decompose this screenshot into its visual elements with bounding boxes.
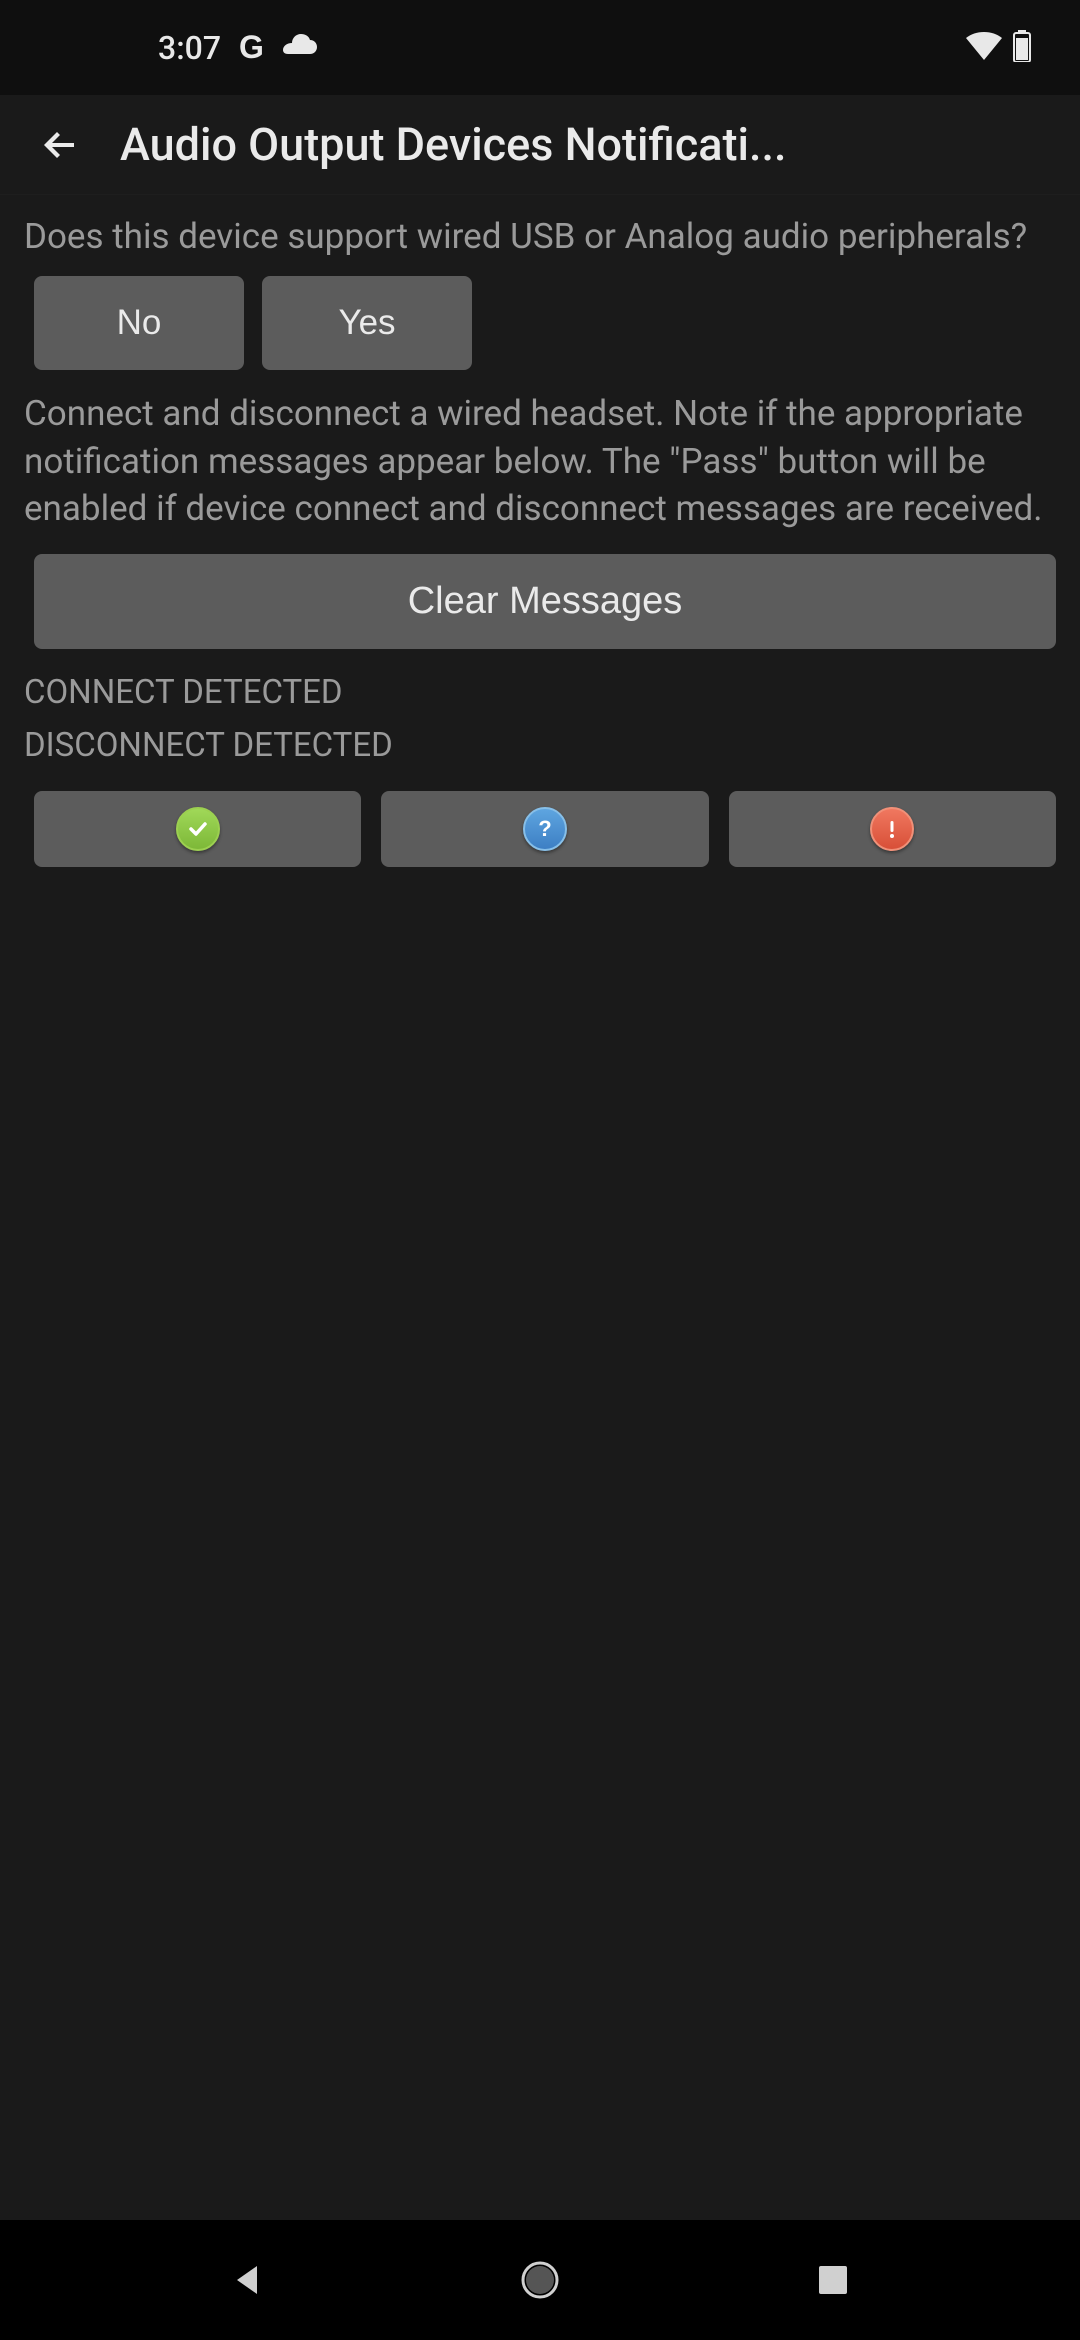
cloud-icon bbox=[282, 34, 318, 62]
status-left: 3:07 G bbox=[48, 29, 318, 67]
question-label: Does this device support wired USB or An… bbox=[24, 213, 1056, 260]
exclamation-circle-icon bbox=[870, 807, 914, 851]
clear-messages-button[interactable]: Clear Messages bbox=[34, 554, 1056, 649]
result-row: ? bbox=[34, 791, 1056, 867]
battery-icon bbox=[1012, 30, 1032, 66]
svg-text:?: ? bbox=[538, 817, 551, 841]
square-icon bbox=[817, 2264, 849, 2296]
status-right bbox=[966, 30, 1032, 66]
circle-icon bbox=[520, 2260, 560, 2300]
log-line-disconnect: DISCONNECT DETECTED bbox=[24, 720, 1056, 773]
navigation-bar bbox=[0, 2220, 1080, 2340]
question-circle-icon: ? bbox=[523, 807, 567, 851]
pass-button[interactable] bbox=[34, 791, 361, 867]
info-button[interactable]: ? bbox=[381, 791, 708, 867]
status-time: 3:07 bbox=[158, 29, 221, 67]
nav-home-button[interactable] bbox=[510, 2250, 570, 2310]
fail-button[interactable] bbox=[729, 791, 1056, 867]
log-line-connect: CONNECT DETECTED bbox=[24, 667, 1056, 720]
yes-button[interactable]: Yes bbox=[262, 276, 472, 370]
log-area: CONNECT DETECTED DISCONNECT DETECTED bbox=[24, 667, 1056, 773]
triangle-left-icon bbox=[229, 2262, 265, 2298]
google-icon: G bbox=[239, 29, 264, 66]
nav-back-button[interactable] bbox=[217, 2250, 277, 2310]
nav-recent-button[interactable] bbox=[803, 2250, 863, 2310]
page-title: Audio Output Devices Notificati... bbox=[120, 118, 1056, 171]
app-bar: Audio Output Devices Notificati... bbox=[0, 95, 1080, 195]
content-area: Does this device support wired USB or An… bbox=[0, 195, 1080, 867]
status-bar: 3:07 G bbox=[0, 0, 1080, 95]
check-circle-icon bbox=[176, 807, 220, 851]
back-button[interactable] bbox=[24, 109, 96, 181]
arrow-left-icon bbox=[40, 125, 80, 165]
no-button[interactable]: No bbox=[34, 276, 244, 370]
wifi-icon bbox=[966, 32, 1002, 64]
yes-no-row: No Yes bbox=[34, 276, 1056, 370]
instructions-label: Connect and disconnect a wired headset. … bbox=[24, 390, 1056, 532]
